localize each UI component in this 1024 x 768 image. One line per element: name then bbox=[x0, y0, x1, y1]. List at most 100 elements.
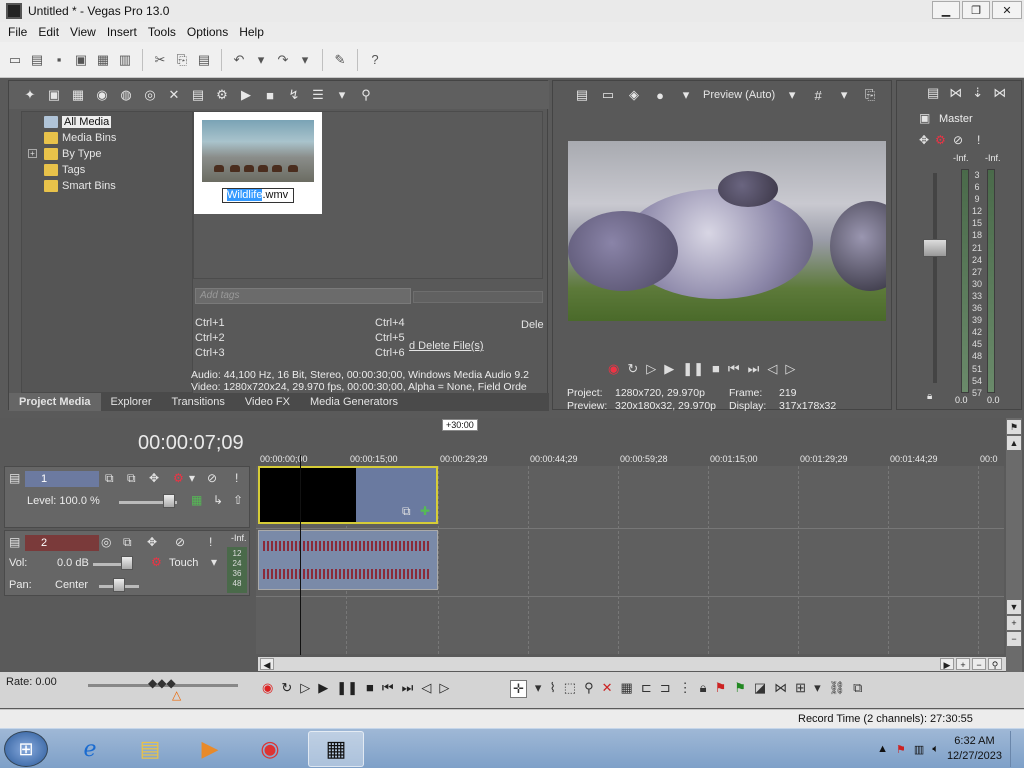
external-monitor-icon[interactable]: ▭ bbox=[599, 86, 617, 104]
media-fx-icon[interactable]: ◍ bbox=[117, 86, 135, 104]
event-fx-icon[interactable]: ✚ bbox=[420, 504, 430, 518]
scroll-down-icon[interactable]: ▼ bbox=[1007, 600, 1021, 614]
auto-ripple-icon[interactable]: ◪ bbox=[754, 680, 766, 698]
tab-explorer[interactable]: Explorer bbox=[101, 393, 162, 411]
views-dropdown-icon[interactable]: ▾ bbox=[333, 86, 351, 104]
system-clock[interactable]: 6:32 AM 12/27/2023 bbox=[947, 734, 1002, 764]
overlays-icon[interactable]: ● bbox=[651, 86, 669, 104]
tree-item-media-bins[interactable]: Media Bins bbox=[44, 130, 116, 146]
grid-dropdown-icon[interactable]: ▾ bbox=[835, 86, 853, 104]
tab-transitions[interactable]: Transitions bbox=[162, 393, 235, 411]
action-center-icon[interactable]: ⚑ bbox=[896, 743, 906, 756]
video-event-clip[interactable]: ⧉ ✚ bbox=[258, 466, 438, 524]
undo-dropdown-icon[interactable]: ▾ bbox=[252, 51, 270, 69]
paste-icon[interactable]: ▤ bbox=[195, 51, 213, 69]
get-photos-icon[interactable]: ◉ bbox=[93, 86, 111, 104]
menu-edit[interactable]: Edit bbox=[34, 25, 66, 39]
trim-end-icon[interactable]: ⊐ bbox=[660, 680, 671, 698]
pan-slider[interactable] bbox=[113, 578, 125, 592]
stop-preview-icon[interactable]: ■ bbox=[261, 86, 279, 104]
previous-frame-icon[interactable]: ◁ bbox=[767, 361, 777, 377]
add-tags-input[interactable]: Add tags bbox=[195, 288, 411, 304]
split-icon[interactable]: ⋮ bbox=[679, 680, 692, 698]
tab-media-generators[interactable]: Media Generators bbox=[300, 393, 408, 411]
video-track-header[interactable]: ▤ 1 ⧉ ⧉ ✥ ⚙ ▾ ⊘ ! Level: 100.0 % ▦ ↳ ⇧ bbox=[4, 466, 250, 528]
go-to-end-icon[interactable]: ⏭ bbox=[748, 361, 760, 377]
stop-icon[interactable]: ■ bbox=[366, 680, 374, 696]
menu-tools[interactable]: Tools bbox=[144, 25, 183, 39]
stop-icon[interactable]: ■ bbox=[712, 361, 720, 377]
show-hidden-icons-icon[interactable]: ▲ bbox=[877, 743, 888, 755]
trim-start-icon[interactable]: ⊏ bbox=[641, 680, 652, 698]
redo-dropdown-icon[interactable]: ▾ bbox=[296, 51, 314, 69]
delete-files-menu-item[interactable]: d Delete File(s) bbox=[409, 340, 484, 352]
search-media-icon[interactable]: ◎ bbox=[141, 86, 159, 104]
next-frame-icon[interactable]: ▷ bbox=[785, 361, 795, 377]
open-folder-icon[interactable]: ▤ bbox=[28, 51, 46, 69]
mute-icon[interactable]: ⊘ bbox=[175, 535, 185, 549]
play-icon[interactable]: ▶ bbox=[664, 361, 674, 377]
ignore-grouping-icon[interactable]: ⧉ bbox=[853, 680, 862, 698]
compositing-mode-icon[interactable]: ⧉ bbox=[105, 471, 114, 486]
zoom-tool-icon[interactable]: ⚲ bbox=[988, 658, 1002, 670]
media-fx-plugin-icon[interactable]: ⚙ bbox=[213, 86, 231, 104]
scroll-left-icon[interactable]: ◀ bbox=[260, 658, 274, 670]
pan-icon[interactable]: ✥ bbox=[919, 133, 929, 147]
start-preview-icon[interactable]: ▶ bbox=[237, 86, 255, 104]
invert-phase-icon[interactable]: ⧉ bbox=[123, 535, 132, 550]
overlays-dropdown-icon[interactable]: ▾ bbox=[677, 86, 695, 104]
pause-icon[interactable]: ❚❚ bbox=[682, 361, 704, 377]
go-to-start-icon[interactable]: ⏮ bbox=[382, 680, 394, 696]
preview-quality-dropdown-icon[interactable]: ▾ bbox=[783, 86, 801, 104]
marker-flag-icon[interactable]: ⚑ bbox=[1007, 420, 1021, 434]
lock-event-icon[interactable]: 🔒︎ bbox=[700, 680, 707, 698]
scroll-right-icon[interactable]: ▶ bbox=[940, 658, 954, 670]
split-screen-icon[interactable]: ◈ bbox=[625, 86, 643, 104]
playhead-cursor[interactable] bbox=[300, 455, 301, 655]
grid-icon[interactable]: # bbox=[809, 86, 827, 104]
downmix-icon[interactable]: ⋈ bbox=[949, 85, 962, 101]
timeline-vertical-scrollbar[interactable]: ⚑ ▲ ▼ + − bbox=[1006, 418, 1022, 672]
tree-item-by-type[interactable]: By Type bbox=[44, 146, 102, 162]
start-button[interactable]: ⊞ bbox=[4, 731, 48, 767]
play-from-start-icon[interactable]: ▷ bbox=[646, 361, 656, 377]
audio-track-header[interactable]: ▤ 2 ◎ ⧉ ✥ ⊘ ! -Inf. Vol: 0.0 dB ⚙ Touch … bbox=[4, 530, 250, 596]
go-to-start-icon[interactable]: ⏮ bbox=[728, 361, 740, 377]
automation-mode[interactable]: Touch bbox=[169, 557, 198, 569]
selection-tool-icon[interactable]: ⬚ bbox=[564, 680, 576, 698]
trim-icon[interactable]: ▦ bbox=[621, 680, 633, 698]
network-icon[interactable]: ▥ bbox=[914, 743, 924, 756]
tab-project-media[interactable]: Project Media bbox=[9, 393, 101, 411]
play-from-start-icon[interactable]: ▷ bbox=[300, 680, 310, 696]
views-icon[interactable]: ☰ bbox=[309, 86, 327, 104]
track-minimize-icon[interactable]: ▤ bbox=[9, 535, 20, 549]
record-icon[interactable]: ◉ bbox=[262, 680, 273, 696]
previous-frame-icon[interactable]: ◁ bbox=[421, 680, 431, 696]
expand-track-icon[interactable]: ↳ bbox=[213, 493, 223, 507]
undo-icon[interactable]: ↶ bbox=[230, 51, 248, 69]
import-media-icon[interactable]: ✦ bbox=[21, 86, 39, 104]
mute-icon[interactable]: ⊘ bbox=[953, 133, 963, 147]
pan-crop-icon[interactable]: ✥ bbox=[149, 471, 159, 485]
edit-tool-dropdown-icon[interactable]: ▾ bbox=[535, 680, 542, 698]
pause-icon[interactable]: ❚❚ bbox=[336, 680, 358, 696]
taskbar-vegas-pro[interactable]: ▦ bbox=[308, 731, 364, 767]
remove-media-icon[interactable]: ✕ bbox=[165, 86, 183, 104]
track-fx-dropdown-icon[interactable]: ▾ bbox=[189, 471, 195, 485]
track-keyframes-icon[interactable]: ⇧ bbox=[233, 493, 243, 507]
menu-view[interactable]: View bbox=[66, 25, 103, 39]
level-slider[interactable] bbox=[163, 494, 175, 508]
preview-properties-icon[interactable]: ▤ bbox=[573, 86, 591, 104]
dim-output-icon[interactable]: ⇣ bbox=[972, 85, 983, 101]
get-media-icon[interactable]: ▦ bbox=[69, 86, 87, 104]
copy-snapshot-icon[interactable]: ⎘ bbox=[861, 86, 879, 104]
track-fx-icon[interactable]: ✥ bbox=[147, 535, 157, 549]
media-item-wildlife[interactable]: Wildlife.wmv bbox=[194, 112, 322, 214]
insert-marker-icon[interactable]: ⚑ bbox=[715, 680, 727, 698]
capture-video-icon[interactable]: ▣ bbox=[45, 86, 63, 104]
delete-icon[interactable]: ✕ bbox=[602, 680, 613, 698]
go-to-end-icon[interactable]: ⏭ bbox=[402, 680, 414, 696]
mute-icon[interactable]: ⊘ bbox=[207, 471, 217, 485]
solo-icon[interactable]: ! bbox=[977, 133, 980, 147]
zoom-in-horizontal-icon[interactable]: + bbox=[956, 658, 970, 670]
